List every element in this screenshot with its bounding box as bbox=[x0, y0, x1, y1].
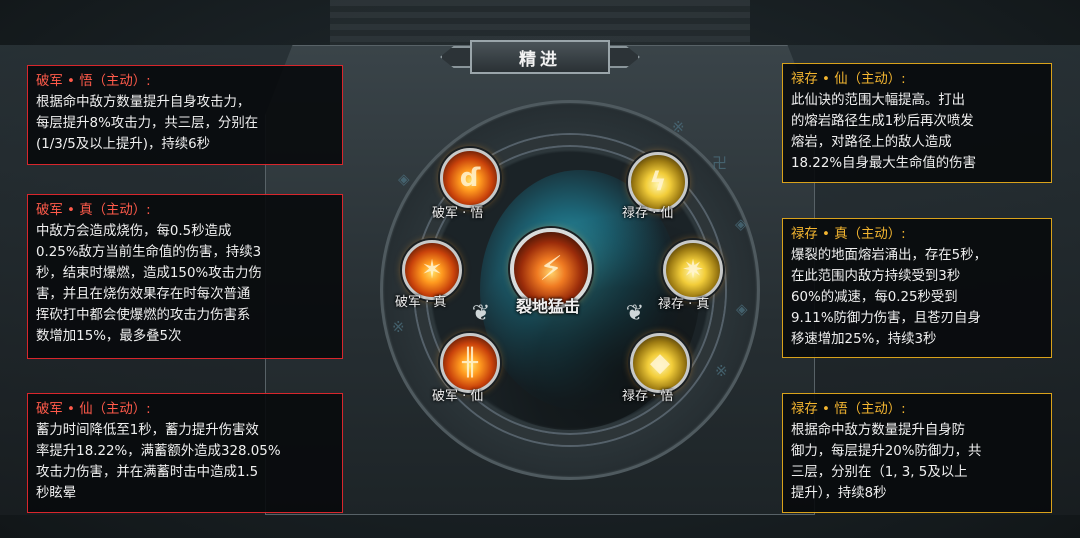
skill-center-label: 裂地猛击 bbox=[516, 297, 581, 316]
flame-burst-icon: ✶ bbox=[421, 255, 443, 285]
rune-mark-icon: ※ bbox=[715, 362, 728, 380]
skill-pojun-xian-icon[interactable]: ╫ bbox=[440, 333, 500, 393]
page-title: 精进 bbox=[470, 40, 610, 74]
skill-pojun-xian-label: 破军 · 仙 bbox=[432, 389, 484, 404]
skill-pojun-wu-label: 破军 · 悟 bbox=[432, 206, 484, 221]
info-pojun-wu: 破军 • 悟（主动）: 根据命中敌方数量提升自身攻击力， 每层提升8%攻击力，共… bbox=[27, 65, 343, 165]
rune-mark-icon: ※ bbox=[392, 318, 405, 336]
rune-mark-icon: ◈ bbox=[736, 300, 748, 318]
info-heading: 禄存 • 悟（主动）: bbox=[791, 402, 906, 417]
info-body: 根据命中敌方数量提升自身防 御力，每层提升20%防御力，共 三层，分别在（1, … bbox=[791, 423, 982, 501]
info-heading: 破军 • 仙（主动）: bbox=[36, 402, 151, 417]
gold-burst-icon: ✷ bbox=[682, 255, 704, 285]
skill-pojun-wu-icon[interactable]: ɗ bbox=[440, 148, 500, 208]
fire-pillar-icon: ╫ bbox=[462, 348, 478, 378]
info-lucun-wu: 禄存 • 悟（主动）: 根据命中敌方数量提升自身防 御力，每层提升20%防御力，… bbox=[782, 393, 1052, 513]
rune-mark-icon: ※ bbox=[672, 118, 685, 136]
rune-mark-icon: ◈ bbox=[735, 215, 747, 233]
info-pojun-xian: 破军 • 仙（主动）: 蓄力时间降低至1秒，蓄力提升伤害效 率提升18.22%，… bbox=[27, 393, 343, 513]
info-body: 根据命中敌方数量提升自身攻击力， 每层提升8%攻击力，共三层，分别在 (1/3/… bbox=[36, 95, 259, 152]
info-body: 爆裂的地面熔岩涌出，存在5秒， 在此范围内敌方持续受到3秒 60%的减速，每0.… bbox=[791, 248, 987, 347]
skill-pojun-zhen-label: 破军 · 真 bbox=[395, 295, 447, 310]
skill-lucun-xian-label: 禄存 · 仙 bbox=[622, 206, 674, 221]
info-heading: 破军 • 悟（主动）: bbox=[36, 74, 151, 89]
info-body: 此仙诀的范围大幅提高。打出 的熔岩路径生成1秒后再次喷发 熔岩，对路径上的敌人造… bbox=[791, 93, 976, 171]
info-lucun-xian: 禄存 • 仙（主动）: 此仙诀的范围大幅提高。打出 的熔岩路径生成1秒后再次喷发… bbox=[782, 63, 1052, 183]
skill-lucun-wu-label: 禄存 · 悟 bbox=[622, 389, 674, 404]
rune-mark-icon: ◈ bbox=[398, 170, 410, 188]
info-pojun-zhen: 破军 • 真（主动）: 中敌方会造成烧伤，每0.5秒造成 0.25%敌方当前生命… bbox=[27, 194, 343, 359]
info-heading: 禄存 • 仙（主动）: bbox=[791, 72, 906, 87]
info-lucun-zhen: 禄存 • 真（主动）: 爆裂的地面熔岩涌出，存在5秒， 在此范围内敌方持续受到3… bbox=[782, 218, 1052, 358]
skill-lucun-wu-icon[interactable]: ◆ bbox=[630, 333, 690, 393]
gold-crystal-icon: ◆ bbox=[650, 348, 670, 378]
fish-ornament-icon: ❦ bbox=[471, 300, 491, 326]
rune-mark-icon: 卍 bbox=[712, 154, 728, 172]
skill-lucun-zhen-icon[interactable]: ✷ bbox=[663, 240, 723, 300]
flame-swirl-icon: ɗ bbox=[459, 163, 481, 193]
skill-lucun-zhen-label: 禄存 · 真 bbox=[658, 297, 710, 312]
info-heading: 禄存 • 真（主动）: bbox=[791, 227, 906, 242]
info-body: 中敌方会造成烧伤，每0.5秒造成 0.25%敌方当前生命值的伤害，持续3 秒，结… bbox=[36, 224, 262, 344]
info-body: 蓄力时间降低至1秒，蓄力提升伤害效 率提升18.22%，满蓄额外造成328.05… bbox=[36, 423, 281, 501]
fish-ornament-icon: ❦ bbox=[625, 300, 645, 326]
lightning-icon: ϟ bbox=[649, 167, 667, 197]
info-heading: 破军 • 真（主动）: bbox=[36, 203, 151, 218]
